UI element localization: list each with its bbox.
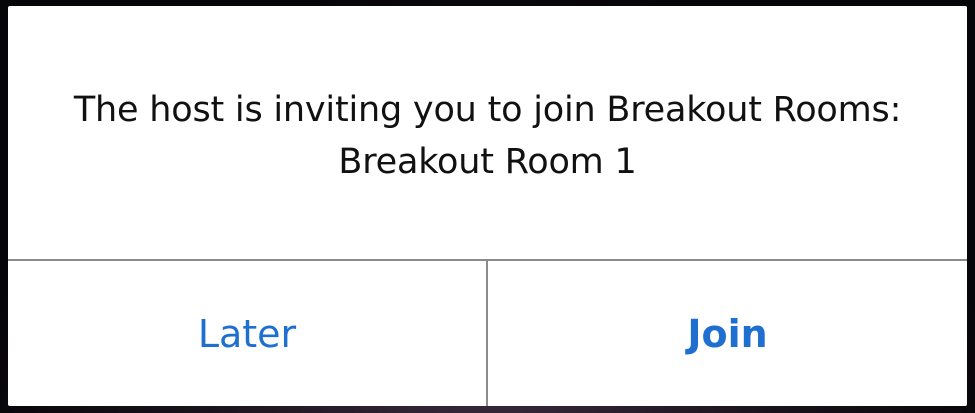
later-button[interactable]: Later xyxy=(8,261,486,406)
join-button[interactable]: Join xyxy=(488,261,967,406)
invite-message: The host is inviting you to join Breakou… xyxy=(8,6,967,259)
breakout-room-invite-dialog: The host is inviting you to join Breakou… xyxy=(8,6,967,406)
invite-message-line-1: The host is inviting you to join Breakou… xyxy=(73,89,902,130)
breakout-room-name: Breakout Room 1 xyxy=(338,141,637,182)
